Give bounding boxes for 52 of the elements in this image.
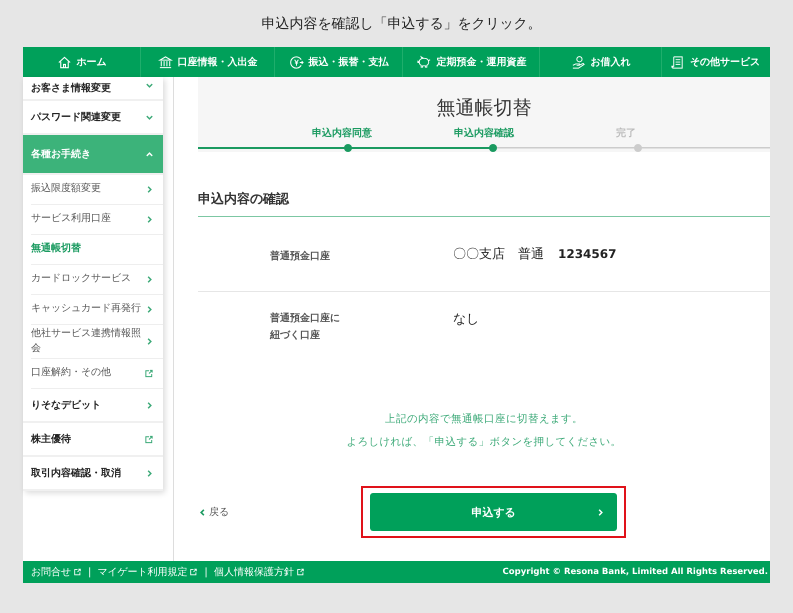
- sidebar-group[interactable]: お客さま情報変更: [23, 77, 163, 101]
- home-icon: [56, 54, 72, 70]
- field-label: 普通預金口座: [270, 249, 330, 264]
- confirmation-message: 上記の内容で無通帳口座に切替えます。: [384, 412, 584, 426]
- chevron-right-icon: [596, 508, 605, 516]
- chevron-right-icon: [145, 185, 154, 194]
- sidebar-subitem[interactable]: カードロックサービス: [31, 265, 163, 295]
- separator: |: [204, 566, 208, 578]
- bank-icon: [158, 54, 172, 70]
- account-number: 1234567: [558, 247, 616, 261]
- step-label: 申込内容同意: [312, 126, 372, 140]
- hand-coin-icon: [570, 54, 586, 70]
- section-title: 申込内容の確認: [198, 190, 770, 217]
- sidebar-item[interactable]: 取引内容確認・取消: [23, 457, 163, 491]
- instruction-caption: 申込内容を確認し「申込する」をクリック。: [260, 14, 542, 34]
- sidebar-subitem[interactable]: 他社サービス連携情報照会: [31, 325, 163, 359]
- chevron-right-icon: [145, 305, 154, 314]
- confirmation-message: よろしければ、「申込する」ボタンを押してください。: [346, 435, 622, 449]
- chevron-right-icon: [145, 215, 154, 224]
- separator: |: [88, 566, 92, 578]
- back-link[interactable]: 戻る: [198, 505, 361, 519]
- copyright-text: Copyright © Resona Bank, Limited All Rights Reserved.: [502, 567, 768, 577]
- chevron-up-icon: [145, 150, 154, 158]
- chevron-left-icon: [198, 508, 207, 516]
- page-title: 無通帳切替: [436, 96, 532, 121]
- chevron-right-icon: [145, 468, 154, 478]
- sidebar-subitem[interactable]: キャッシュカード再発行: [31, 295, 163, 325]
- sidebar-subitem[interactable]: 口座解約・その他: [31, 359, 163, 389]
- chevron-right-icon: [145, 400, 154, 410]
- sidebar-item[interactable]: 株主優待: [23, 423, 163, 457]
- external-link-icon: [189, 568, 198, 576]
- step-label: 申込内容確認: [454, 126, 514, 140]
- field-value: なし: [453, 311, 479, 328]
- step-label: 完了: [616, 126, 636, 140]
- sidebar-group[interactable]: パスワード関連変更: [23, 101, 163, 135]
- external-link-icon: [73, 568, 82, 576]
- sidebar-subitem[interactable]: サービス利用口座: [31, 205, 163, 235]
- piggy-bank-icon: [416, 54, 432, 70]
- chevron-right-icon: [145, 275, 154, 284]
- external-link-icon: [296, 568, 305, 576]
- chevron-down-icon: [145, 81, 154, 90]
- yen-exchange-icon: [288, 54, 304, 70]
- chevron-right-icon: [145, 337, 154, 346]
- chevron-down-icon: [145, 112, 154, 122]
- field-label: 普通預金口座に紐づく口座: [270, 311, 341, 343]
- external-link-icon: [144, 369, 154, 378]
- sidebar-subitem[interactable]: 無通帳切替: [31, 235, 163, 265]
- sidebar-item[interactable]: りそなデビット: [23, 389, 163, 423]
- document-icon: [670, 54, 685, 70]
- field-value: 〇〇支店 普通: [453, 246, 544, 263]
- external-link-icon: [144, 434, 154, 444]
- sidebar-subitem[interactable]: 振込限度額変更: [31, 175, 163, 205]
